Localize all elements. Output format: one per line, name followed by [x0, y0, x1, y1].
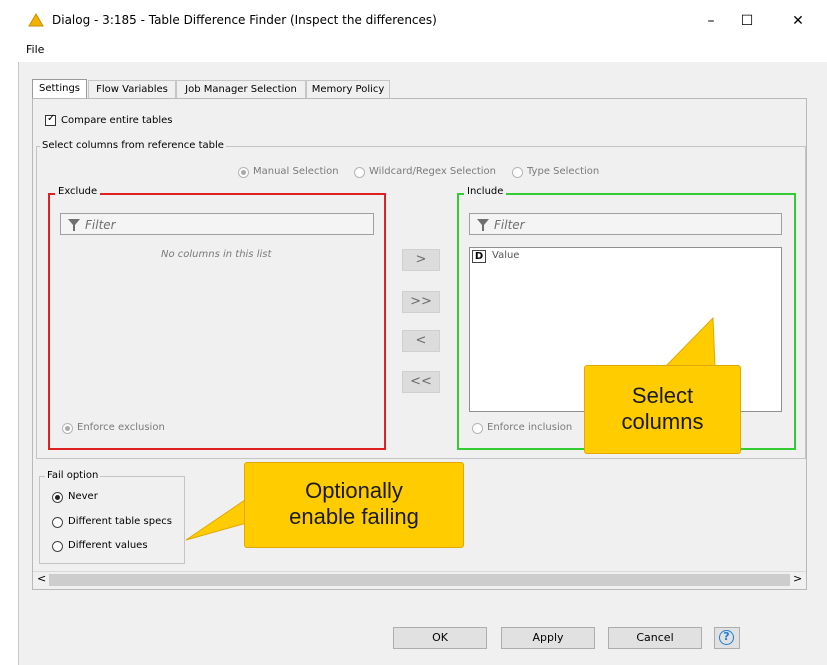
- help-icon: ?: [719, 630, 734, 645]
- failing-callout-line1: Optionally: [305, 478, 403, 503]
- cancel-button[interactable]: Cancel: [608, 627, 702, 649]
- failing-callout-line2: enable failing: [289, 504, 419, 529]
- failing-callout: Optionally enable failing: [244, 462, 464, 548]
- select-columns-callout: Select columns: [584, 365, 741, 454]
- select-columns-callout-line2: columns: [621, 409, 704, 434]
- apply-button[interactable]: Apply: [501, 627, 595, 649]
- callout-pointers: [185, 316, 716, 541]
- select-columns-callout-line1: Select: [631, 383, 694, 408]
- ok-button[interactable]: OK: [393, 627, 487, 649]
- help-button[interactable]: ?: [714, 627, 740, 649]
